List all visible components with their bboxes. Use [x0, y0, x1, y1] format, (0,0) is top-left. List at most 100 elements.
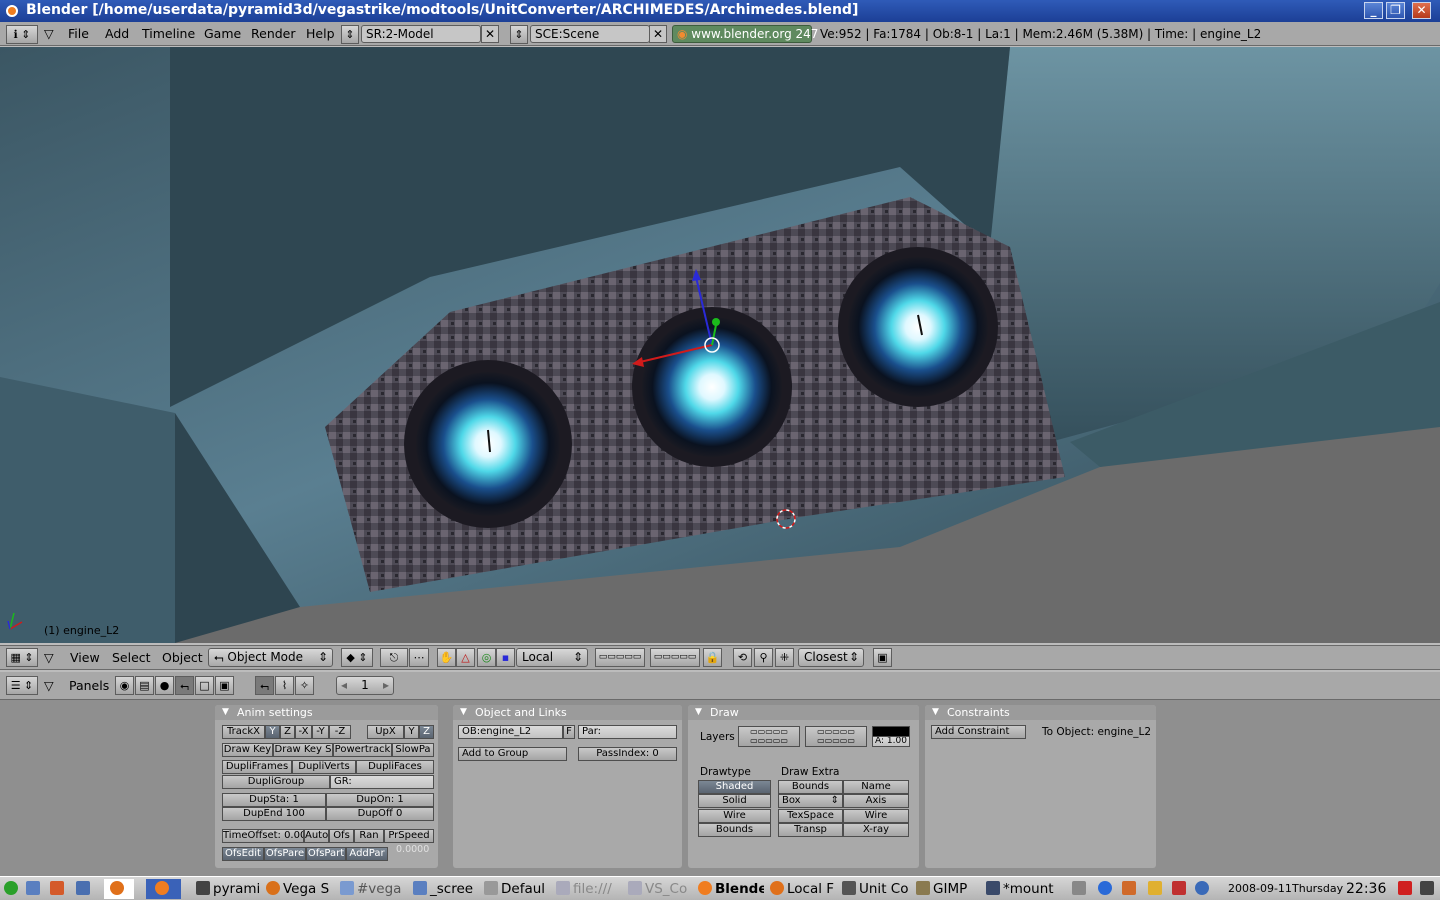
constraints-title[interactable]: Constraints: [925, 705, 1156, 720]
extra-axis-button[interactable]: Axis: [843, 794, 909, 808]
duplifaces-button[interactable]: DupliFaces: [356, 760, 434, 774]
network-icon[interactable]: [1098, 879, 1115, 899]
addpar-button[interactable]: AddPar: [346, 847, 388, 861]
ran-button[interactable]: Ran: [354, 829, 384, 843]
editor-type-icon[interactable]: ☰ ⇕: [6, 676, 38, 695]
object-layers-a[interactable]: ▭▭▭▭▭ ▭▭▭▭▭: [738, 726, 800, 747]
anim-settings-title[interactable]: Anim settings: [215, 705, 438, 720]
track-neg-x-button[interactable]: -X: [295, 725, 312, 739]
add-constraint-button[interactable]: Add Constraint: [931, 725, 1026, 739]
scene-browse-icon[interactable]: ⇕: [510, 25, 528, 44]
volume-icon[interactable]: [1072, 879, 1089, 899]
particles-subcontext-icon[interactable]: ✧: [295, 676, 314, 695]
collapse-menu-icon[interactable]: ▽: [44, 650, 54, 665]
up-x-button[interactable]: UpX: [367, 725, 404, 739]
drawtype-wire-button[interactable]: Wire: [698, 809, 771, 823]
powertrack-button[interactable]: Powertrack: [333, 743, 392, 757]
drawtype-bounds-button[interactable]: Bounds: [698, 823, 771, 837]
taskbar-item-unit-converter[interactable]: Unit Co: [842, 879, 912, 899]
minimize-button[interactable]: _: [1364, 2, 1383, 19]
ofsedit-button[interactable]: OfsEdit: [222, 847, 264, 861]
add-to-group-button[interactable]: Add to Group: [458, 747, 567, 761]
dupoff-field[interactable]: DupOff 0: [326, 807, 434, 821]
draw-type-icon[interactable]: ◆ ⇕: [341, 648, 373, 667]
layer-buttons-b[interactable]: ▭▭▭▭▭: [650, 648, 700, 667]
draw-key-button[interactable]: Draw Key: [222, 743, 273, 757]
menu-object[interactable]: Object: [162, 650, 203, 665]
dupon-field[interactable]: DupOn: 1: [326, 793, 434, 807]
script-context-icon[interactable]: ▤: [135, 676, 154, 695]
mode-selector[interactable]: ⮢ Object Mode ⇕: [208, 648, 333, 667]
extra-name-button[interactable]: Name: [843, 780, 909, 794]
menu-help[interactable]: Help: [306, 26, 335, 41]
extra-xray-button[interactable]: X-ray: [843, 823, 909, 837]
drawtype-shaded-button[interactable]: Shaded: [698, 780, 771, 794]
ofs-button[interactable]: Ofs: [329, 829, 354, 843]
transform-orientation-select[interactable]: Local ⇕: [516, 648, 588, 667]
taskbar-item-vega[interactable]: Vega S: [266, 879, 332, 899]
fake-user-button[interactable]: F: [563, 725, 575, 739]
taskbar-item-mount[interactable]: *mount: [986, 879, 1056, 899]
blender-launcher-icon[interactable]: [146, 879, 181, 899]
extra-transp-button[interactable]: Transp: [778, 823, 843, 837]
taskbar-item-pyrami[interactable]: pyrami: [196, 879, 260, 899]
menu-add[interactable]: Add: [105, 26, 129, 41]
object-name-field[interactable]: OB:engine_L2: [458, 725, 563, 739]
object-layers-b[interactable]: ▭▭▭▭▭ ▭▭▭▭▭: [805, 726, 867, 747]
lock-screen-icon[interactable]: [1420, 879, 1437, 899]
up-y-button[interactable]: Y: [404, 725, 419, 739]
translate-manipulator-icon[interactable]: △: [456, 648, 475, 667]
editor-type-icon[interactable]: ▦ ⇕: [6, 648, 38, 667]
scene-context-icon[interactable]: ▣: [215, 676, 234, 695]
editing-context-icon[interactable]: □: [195, 676, 214, 695]
taskbar-item-file[interactable]: file:///: [556, 879, 622, 899]
menu-view[interactable]: View: [70, 650, 100, 665]
snap-toggle-icon[interactable]: ⚲: [754, 648, 773, 667]
extra-wire-button[interactable]: Wire: [843, 809, 909, 823]
3d-viewport[interactable]: [0, 47, 1440, 643]
clipboard-icon[interactable]: [1148, 879, 1165, 899]
dupliframes-button[interactable]: DupliFrames: [222, 760, 292, 774]
track-neg-z-button[interactable]: -Z: [329, 725, 351, 739]
object-context-icon[interactable]: ⮢: [175, 676, 194, 695]
collapse-menu-icon[interactable]: ▽: [44, 678, 54, 693]
snap-element-icon[interactable]: ⁜: [775, 648, 794, 667]
dupligroup-field[interactable]: GR:: [330, 775, 434, 789]
menu-select[interactable]: Select: [112, 650, 151, 665]
update-icon[interactable]: [1122, 879, 1139, 899]
firefox-launcher-icon[interactable]: [104, 879, 134, 899]
ofspare-button[interactable]: OfsPare: [264, 847, 306, 861]
home-folder-icon[interactable]: [50, 879, 67, 899]
draw-key-s-button[interactable]: Draw Key S: [273, 743, 333, 757]
viewport-scene[interactable]: [0, 47, 1440, 643]
ofspart-button[interactable]: OfsPart: [306, 847, 346, 861]
track-neg-y-button[interactable]: -Y: [312, 725, 329, 739]
track-y-button[interactable]: Y: [265, 725, 280, 739]
physics-subcontext-icon[interactable]: ⌇: [275, 676, 294, 695]
scene-name-field[interactable]: SCE:Scene: [530, 25, 650, 43]
taskbar-item-screenshot[interactable]: _scree: [413, 879, 477, 899]
menu-file[interactable]: File: [68, 26, 89, 41]
dupsta-field[interactable]: DupSta: 1: [222, 793, 326, 807]
logout-icon[interactable]: [1398, 879, 1415, 899]
maximize-button[interactable]: ❐: [1386, 2, 1405, 19]
decrement-arrow-icon[interactable]: ◂: [341, 677, 347, 694]
shading-context-icon[interactable]: ●: [155, 676, 174, 695]
editor-type-icon[interactable]: ℹ ⇕: [6, 25, 38, 44]
pivot-align-icon[interactable]: ⋯: [409, 648, 429, 667]
lock-layers-icon[interactable]: 🔒: [703, 648, 722, 667]
proportional-edit-icon[interactable]: ⟲: [733, 648, 752, 667]
drawtype-solid-button[interactable]: Solid: [698, 794, 771, 808]
dupliverts-button[interactable]: DupliVerts: [292, 760, 356, 774]
menu-render[interactable]: Render: [251, 26, 296, 41]
up-z-button[interactable]: Z: [419, 725, 434, 739]
menu-game[interactable]: Game: [204, 26, 241, 41]
rotate-manipulator-icon[interactable]: ◎: [477, 648, 496, 667]
wifi-icon[interactable]: [1195, 879, 1212, 899]
logic-context-icon[interactable]: ◉: [115, 676, 134, 695]
object-subcontext-icon[interactable]: ⮢: [255, 676, 274, 695]
taskbar-item-vs-co[interactable]: VS_Co: [628, 879, 692, 899]
prspeed-button[interactable]: PrSpeed: [384, 829, 434, 843]
close-button[interactable]: ✕: [1412, 2, 1431, 19]
taskbar-item-blender[interactable]: Blende: [698, 879, 764, 899]
